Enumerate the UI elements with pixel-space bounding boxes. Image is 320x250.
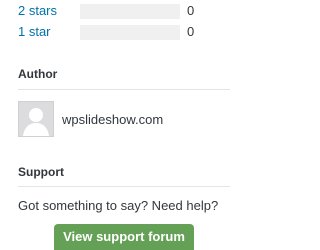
support-divider [18,186,230,187]
rating-link-2-stars[interactable]: 2 stars [18,3,80,19]
author-name: wpslideshow.com [62,111,164,127]
author-heading: Author [18,67,58,81]
author-divider [18,89,230,90]
view-support-forum-button[interactable]: View support forum [54,224,194,250]
rating-bar-2-stars [80,3,180,19]
rating-row-1-star: 1 star 0 [18,24,218,40]
rating-count-2-stars: 0 [187,3,195,18]
plugin-sidebar: 2 stars 0 1 star 0 Author wpslideshow.co… [0,0,250,250]
rating-link-1-star[interactable]: 1 star [18,24,80,40]
rating-row-2-stars: 2 stars 0 [18,3,218,19]
support-heading: Support [18,165,64,179]
support-text: Got something to say? Need help? [18,198,219,213]
default-avatar-icon [18,101,54,137]
rating-count-1-star: 0 [187,24,195,39]
rating-bar-1-star [80,24,180,40]
author-row: wpslideshow.com [18,101,163,137]
